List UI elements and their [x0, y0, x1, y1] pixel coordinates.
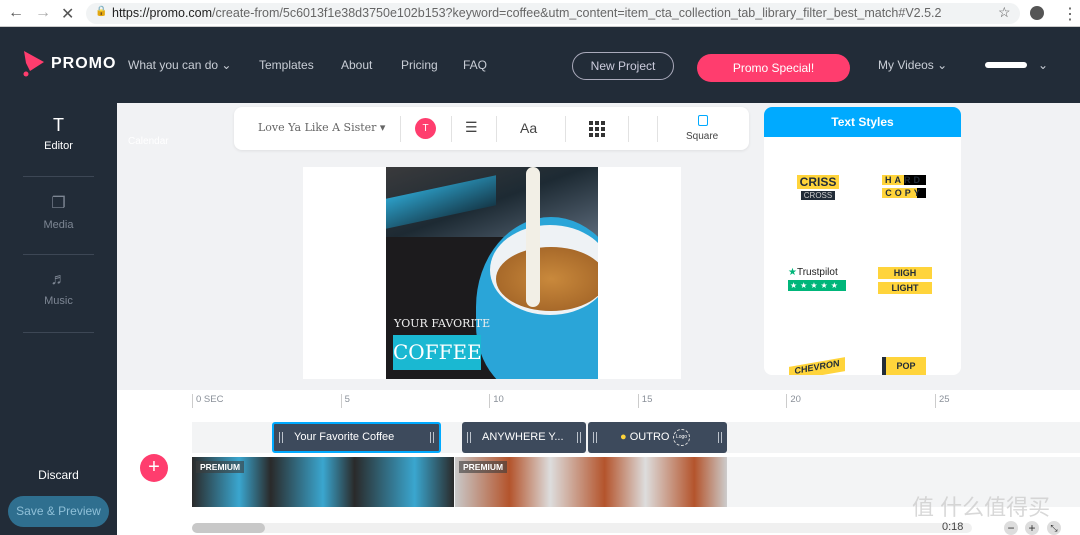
timeline: 0 SEC 5 10 15 20 25 Your Favorite Coffee ANYW… [117, 390, 1080, 535]
divider [23, 176, 94, 177]
add-scene-button[interactable]: + [140, 454, 168, 482]
ruler-tick: 25 [935, 394, 950, 408]
ruler-tick: 5 [340, 394, 350, 408]
sidebar-item-music[interactable]: ♬ Music [0, 271, 117, 307]
text-color-button[interactable]: T [415, 118, 436, 139]
music-icon: ♬ [50, 271, 67, 288]
video-preview[interactable]: YOUR FAVORITE COFFEE [386, 167, 598, 379]
logo-text: PROMO [51, 55, 117, 72]
style-pop[interactable]: POP [882, 357, 926, 375]
zoom-in-button[interactable]: + [1025, 521, 1039, 535]
divider [628, 116, 629, 142]
divider [23, 254, 94, 255]
lock-icon: 🔒 [95, 6, 108, 17]
forward-icon[interactable]: → [35, 4, 51, 22]
back-icon[interactable]: ← [8, 4, 24, 22]
sidebar-item-media[interactable]: ❐ Media [0, 193, 117, 231]
divider [657, 116, 658, 142]
chevron-down-icon[interactable]: ⌄ [1038, 58, 1048, 72]
text-toolbar: Love Ya Like A Sister ▾ T ☰ Aa Square [234, 107, 749, 150]
clip-outro[interactable]: ● OUTRO Logo [588, 422, 727, 453]
style-criss-cross[interactable]: CRISS CROSS [797, 175, 839, 200]
top-nav: PROMO What you can do ⌄ Templates About … [0, 27, 1080, 103]
text-styles-panel: Text Styles CRISS CROSS HARD COPY ★Trustpi… [764, 107, 961, 375]
my-videos-menu[interactable]: My Videos ⌄ [878, 58, 947, 72]
caption-line2: COFFEE [393, 335, 482, 370]
style-hard-copy[interactable]: HARD COPY [882, 175, 926, 198]
font-size-button[interactable]: Aa [520, 120, 537, 136]
watermark: 值 什么值得买 [912, 495, 1051, 520]
divider [23, 332, 94, 333]
style-trustpilot[interactable]: ★Trustpilot ★★★★★ [788, 267, 846, 291]
style-highlight[interactable]: HIGH LIGHT [878, 267, 932, 294]
chevron-down-icon: ⌄ [221, 58, 232, 72]
style-chevron[interactable]: CHEVRON [789, 357, 845, 375]
divider [496, 116, 497, 142]
time-display: 0:18 [942, 521, 964, 533]
text-icon: T [53, 115, 64, 135]
clip-thumbnail-person[interactable]: PREMIUM [455, 457, 727, 507]
address-bar[interactable]: 🔒 https://promo.com/create-from/5c6013f1e… [86, 3, 1020, 24]
promo-special-button[interactable]: Promo Special! [697, 54, 850, 82]
fit-icon[interactable]: ⤡ [1047, 521, 1061, 535]
star-icon[interactable]: ☆ [998, 4, 1011, 21]
clip-anywhere[interactable]: ANYWHERE Y... [462, 422, 586, 453]
new-project-button[interactable]: New Project [572, 52, 674, 80]
ruler-tick: 20 [786, 394, 801, 408]
ruler-tick: 15 [637, 394, 652, 408]
nav-pricing[interactable]: Pricing [401, 58, 438, 72]
browser-toolbar: ← → ✕ 🔒 https://promo.com/create-from/5c6… [0, 0, 1080, 27]
zoom-out-button[interactable]: − [1004, 521, 1018, 535]
clip-thumbnail-coffee[interactable]: PREMIUM [192, 457, 454, 507]
promo-logo-icon [23, 51, 44, 77]
faint-label: Calendar [128, 136, 169, 147]
grid-icon[interactable] [589, 121, 605, 137]
divider [565, 116, 566, 142]
divider [400, 116, 401, 142]
nav-about[interactable]: About [341, 58, 372, 72]
sidebar: T Editor ❐ Media ♬ Music Discard Save & Pre… [0, 103, 117, 535]
caption-line1: YOUR FAVORITE [394, 317, 491, 330]
user-menu[interactable] [985, 62, 1027, 68]
align-icon[interactable]: ☰ [465, 119, 478, 136]
sidebar-item-editor[interactable]: T Editor [0, 115, 117, 152]
scrollbar-thumb [192, 523, 265, 533]
media-icon: ❐ [51, 195, 66, 212]
menu-icon[interactable]: ⋮ [1062, 4, 1078, 24]
stop-icon[interactable]: ✕ [61, 4, 74, 24]
ruler-tick: 0 SEC [192, 394, 223, 408]
text-styles-title: Text Styles [764, 107, 961, 137]
clip-your-favorite-coffee[interactable]: Your Favorite Coffee [272, 422, 441, 453]
rating-stars: ★★★★★ [788, 280, 846, 291]
account-icon[interactable] [1030, 6, 1044, 20]
nav-faq[interactable]: FAQ [463, 58, 487, 72]
logo-badge: Logo [673, 429, 690, 446]
discard-button[interactable]: Discard [0, 468, 117, 482]
save-preview-button[interactable]: Save & Preview [8, 496, 109, 527]
nav-what-you-can-do[interactable]: What you can do ⌄ [128, 58, 231, 72]
divider [451, 116, 452, 142]
format-label[interactable]: Square [686, 131, 718, 142]
ruler-tick: 10 [489, 394, 504, 408]
square-format-icon[interactable] [698, 115, 708, 126]
font-select[interactable]: Love Ya Like A Sister ▾ [258, 121, 385, 134]
nav-templates[interactable]: Templates [259, 58, 314, 72]
horizontal-scrollbar[interactable] [192, 523, 972, 533]
